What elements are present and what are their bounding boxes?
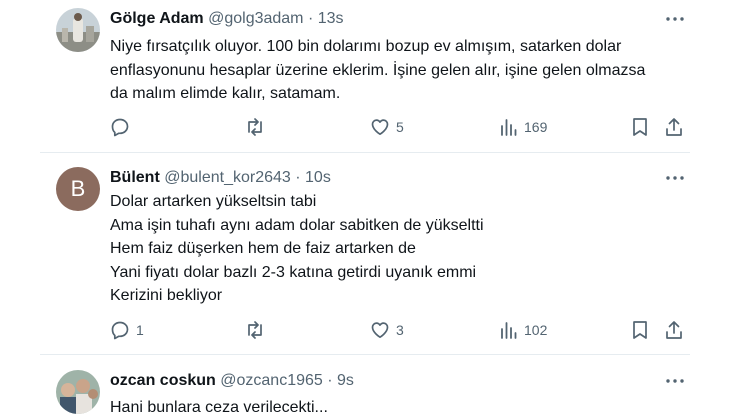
more-options-button[interactable] bbox=[664, 168, 686, 188]
tweet-text-line: da malım elimde kalır, satamam. bbox=[110, 85, 341, 102]
views-button[interactable]: 102 bbox=[500, 319, 547, 341]
timestamp[interactable]: 9s bbox=[337, 372, 354, 389]
display-name[interactable]: Bülent bbox=[110, 169, 160, 186]
avatar[interactable] bbox=[56, 370, 100, 414]
user-handle[interactable]: @golg3adam bbox=[208, 10, 303, 27]
retweet-icon bbox=[248, 118, 262, 136]
tweet-text: Dolar artarken yükseltsin tabi Ama işin … bbox=[110, 190, 690, 308]
tweet-text-line: Dolar artarken yükseltsin tabi bbox=[110, 193, 317, 210]
retweet-icon bbox=[248, 321, 262, 339]
views-count: 169 bbox=[524, 119, 548, 135]
tweet-text: Hani bunlara ceza verilecekti... bbox=[110, 396, 690, 420]
tweet-header: Gölge Adam @golg3adam · 13s bbox=[110, 9, 344, 29]
avatar-letter: B bbox=[70, 176, 86, 201]
bookmark-icon bbox=[633, 118, 647, 136]
avatar[interactable]: B bbox=[56, 167, 100, 211]
tweet-actions: 5 169 bbox=[0, 116, 730, 138]
divider bbox=[40, 152, 690, 153]
divider bbox=[40, 354, 690, 355]
like-count: 5 bbox=[396, 119, 404, 135]
display-name[interactable]: Gölge Adam bbox=[110, 10, 204, 27]
like-button[interactable]: 3 bbox=[370, 319, 404, 341]
timestamp[interactable]: 13s bbox=[318, 10, 344, 27]
share-icon bbox=[666, 321, 682, 339]
like-icon bbox=[371, 322, 389, 339]
bookmark-button[interactable] bbox=[632, 319, 648, 341]
separator: · bbox=[295, 169, 301, 186]
views-button[interactable]: 169 bbox=[500, 116, 547, 138]
tweet-actions: 1 3 102 bbox=[0, 319, 730, 341]
separator: · bbox=[327, 372, 333, 389]
reply-count: 1 bbox=[136, 322, 144, 338]
views-icon bbox=[501, 322, 517, 339]
share-button[interactable] bbox=[665, 319, 683, 341]
retweet-button[interactable] bbox=[244, 319, 272, 341]
tweet-text-line: Ama işin tuhafı aynı adam dolar sabitken… bbox=[110, 216, 484, 234]
views-icon bbox=[501, 119, 517, 136]
share-button[interactable] bbox=[665, 116, 683, 138]
tweet-text-line: Kerizini bekliyor bbox=[110, 287, 223, 304]
more-icon bbox=[666, 379, 684, 383]
user-handle[interactable]: @ozcanc1965 bbox=[220, 372, 323, 389]
tweet-text-line: Yani fiyatı dolar bazlı 2-3 katına getir… bbox=[110, 263, 477, 281]
more-options-button[interactable] bbox=[664, 9, 686, 29]
more-icon bbox=[666, 17, 684, 21]
tweet-header: Bülent @bulent_kor2643 · 10s bbox=[110, 168, 331, 188]
reply-icon bbox=[111, 321, 129, 340]
tweet-text-line: enflasyonunu hesaplar üzerine eklerim. İ… bbox=[110, 61, 646, 79]
reply-icon bbox=[111, 118, 129, 137]
separator: · bbox=[307, 10, 314, 27]
like-icon bbox=[371, 119, 389, 136]
share-icon bbox=[666, 118, 682, 136]
tweet-text: Niye fırsatçılık oluyor. 100 bin dolarım… bbox=[110, 35, 690, 106]
bookmark-icon bbox=[633, 321, 647, 339]
reply-button[interactable]: 1 bbox=[110, 319, 144, 341]
like-button[interactable]: 5 bbox=[370, 116, 404, 138]
avatar[interactable] bbox=[56, 8, 100, 52]
reply-button[interactable] bbox=[110, 116, 136, 138]
timestamp[interactable]: 10s bbox=[305, 169, 331, 186]
user-handle[interactable]: @bulent_kor2643 bbox=[164, 169, 291, 186]
retweet-button[interactable] bbox=[244, 116, 272, 138]
tweet-header: ozcan coskun @ozcanc1965 · 9s bbox=[110, 371, 354, 391]
tweet-text-line: Hani bunlara ceza verilecekti... bbox=[110, 399, 328, 416]
more-icon bbox=[666, 176, 684, 180]
bookmark-button[interactable] bbox=[632, 116, 648, 138]
views-count: 102 bbox=[524, 322, 548, 338]
tweet-text-line: Hem faiz düşerken hem de faiz artarken d… bbox=[110, 240, 416, 257]
more-options-button[interactable] bbox=[664, 371, 686, 391]
like-count: 3 bbox=[396, 322, 404, 338]
tweet-text-line: Niye fırsatçılık oluyor. 100 bin dolarım… bbox=[110, 38, 622, 55]
display-name[interactable]: ozcan coskun bbox=[110, 372, 216, 389]
